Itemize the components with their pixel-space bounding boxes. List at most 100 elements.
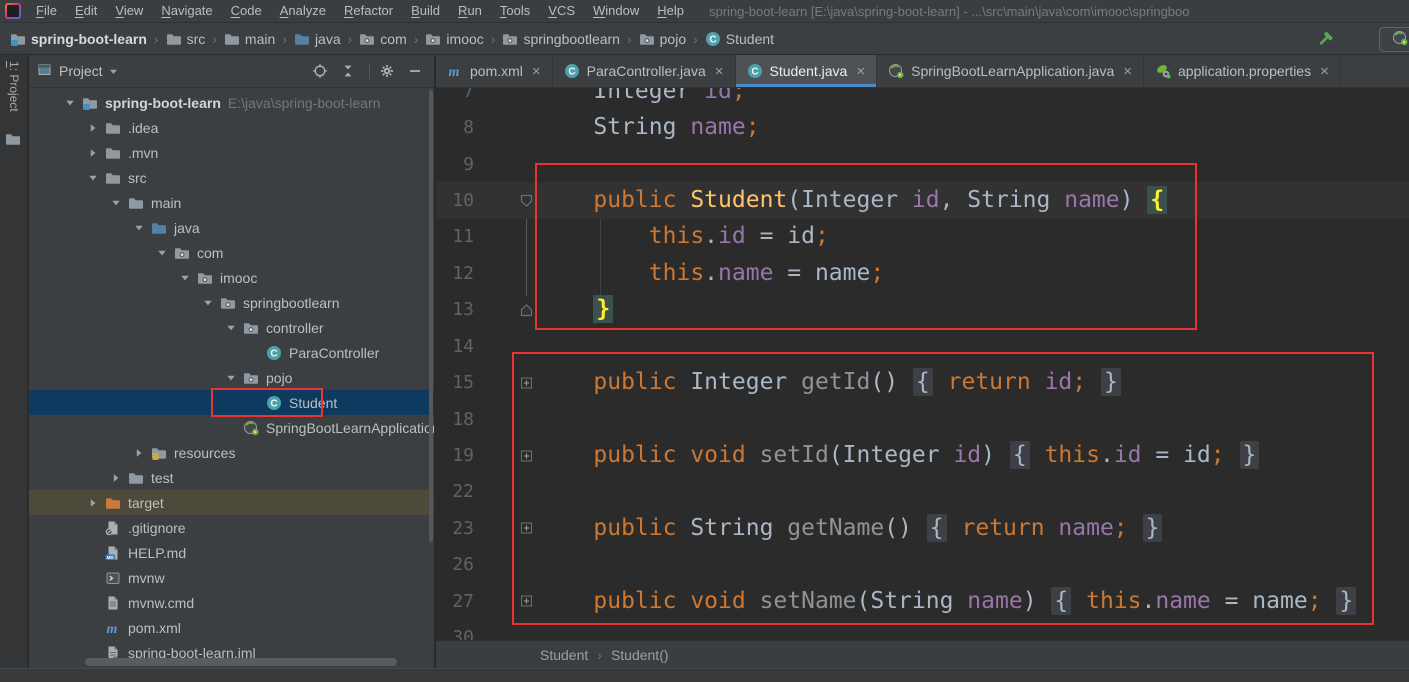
tree-item-java[interactable]: java [29, 215, 434, 240]
tree-item-idea[interactable]: .idea [29, 115, 434, 140]
locate-icon[interactable] [309, 60, 331, 82]
close-icon[interactable]: × [1320, 64, 1329, 79]
menu-build[interactable]: Build [402, 3, 449, 18]
breadcrumb-item-main[interactable]: main [224, 31, 275, 47]
plus-fold-icon[interactable] [520, 595, 533, 608]
chevron-right-icon[interactable] [82, 490, 104, 515]
code-line-7[interactable]: 7 Integer id; [436, 88, 1409, 110]
tree-item-src[interactable]: src [29, 165, 434, 190]
run-configuration-button[interactable]: S [1378, 26, 1409, 52]
menu-run[interactable]: Run [449, 3, 491, 18]
chevron-down-icon[interactable] [197, 290, 219, 315]
close-icon[interactable]: × [856, 64, 865, 79]
breadcrumb-item-java[interactable]: java [294, 31, 341, 47]
menu-help[interactable]: Help [648, 3, 693, 18]
settings-gear-icon[interactable] [376, 60, 398, 82]
breadcrumb-item-imooc[interactable]: imooc [425, 31, 484, 47]
project-panel-title[interactable]: Project [59, 63, 103, 79]
tree-item-pojo[interactable]: pojo [29, 365, 434, 390]
menu-analyze[interactable]: Analyze [271, 3, 335, 18]
plus-fold-icon[interactable] [520, 522, 533, 535]
breadcrumb-item-src[interactable]: src [166, 31, 205, 47]
code-line-12[interactable]: 12 this.name = name; [436, 255, 1409, 292]
chevron-down-icon[interactable] [174, 265, 196, 290]
close-icon[interactable]: × [1123, 64, 1132, 79]
code-line-22[interactable]: 22 [436, 473, 1409, 510]
tree-item-com[interactable]: com [29, 240, 434, 265]
code-line-26[interactable]: 26 [436, 546, 1409, 583]
code-line-19[interactable]: 19 public void setId(Integer id) { this.… [436, 437, 1409, 474]
tab-pom-xml[interactable]: m pom.xml × [436, 55, 553, 87]
breadcrumb-item-springbootlearn[interactable]: springbootlearn [502, 31, 620, 47]
chevron-down-icon[interactable] [109, 63, 118, 79]
menu-window[interactable]: Window [584, 3, 648, 18]
chevron-down-icon[interactable] [151, 240, 173, 265]
fold-top-fold-icon[interactable] [520, 194, 533, 208]
code-line-18[interactable]: 18 [436, 401, 1409, 438]
menu-edit[interactable]: Edit [66, 3, 106, 18]
code-line-11[interactable]: 11 this.id = id; [436, 218, 1409, 255]
tree-item-mvnw[interactable]: mvnw [29, 565, 434, 590]
plus-fold-icon[interactable] [520, 376, 533, 389]
menu-code[interactable]: Code [222, 3, 271, 18]
tree-item-main[interactable]: main [29, 190, 434, 215]
tree-item-paracontroller[interactable]: C ParaController [29, 340, 434, 365]
code-line-8[interactable]: 8 String name; [436, 109, 1409, 146]
tree-item-gitignore[interactable]: .gitignore [29, 515, 434, 540]
chevron-down-icon[interactable] [128, 215, 150, 240]
fold-bottom-fold-icon[interactable] [520, 303, 533, 317]
build-hammer-icon[interactable] [1313, 27, 1337, 51]
tab-paracontroller-java[interactable]: C ParaController.java × [553, 55, 736, 87]
close-icon[interactable]: × [532, 64, 541, 79]
chevron-right-icon[interactable] [128, 440, 150, 465]
editor-breadcrumb-student[interactable]: Student [540, 647, 588, 663]
code-line-30[interactable]: 30 [436, 619, 1409, 640]
tree-item-mvn[interactable]: .mvn [29, 140, 434, 165]
menu-vcs[interactable]: VCS [539, 3, 584, 18]
chevron-down-icon[interactable] [220, 315, 242, 340]
chevron-down-icon[interactable] [82, 165, 104, 190]
tree-item-mvnw-cmd[interactable]: mvnw.cmd [29, 590, 434, 615]
tab-student-java[interactable]: C Student.java × [735, 55, 878, 87]
tab-springbootlearnapplication-java[interactable]: SpringBootLearnApplication.java × [877, 55, 1145, 87]
chevron-down-icon[interactable] [220, 365, 242, 390]
editor-breadcrumb-student[interactable]: Student() [611, 647, 669, 663]
tree-item-pom-xml[interactable]: m pom.xml [29, 615, 434, 640]
code-line-9[interactable]: 9 [436, 146, 1409, 183]
chevron-down-icon[interactable] [105, 190, 127, 215]
code-line-23[interactable]: 23 public String getName() { return name… [436, 510, 1409, 547]
breadcrumb-item-spring-boot-learn[interactable]: spring-boot-learn [10, 31, 147, 47]
tree-item-target[interactable]: target [29, 490, 434, 515]
tree-item-help-md[interactable]: MD HELP.md [29, 540, 434, 565]
tree-item-test[interactable]: test [29, 465, 434, 490]
menu-file[interactable]: File [27, 3, 66, 18]
tree-item-controller[interactable]: controller [29, 315, 434, 340]
tree-item-springbootlearn[interactable]: springbootlearn [29, 290, 434, 315]
chevron-right-icon[interactable] [105, 465, 127, 490]
code-line-14[interactable]: 14 [436, 328, 1409, 365]
code-editor[interactable]: 7 Integer id; 8 String name; 9 10 public St… [436, 88, 1409, 640]
code-line-15[interactable]: 15 public Integer getId() { return id; } [436, 364, 1409, 401]
horizontal-scrollbar[interactable] [85, 658, 397, 666]
toolwindow-tab-project[interactable]: 1: Project [7, 61, 21, 112]
tree-item-imooc[interactable]: imooc [29, 265, 434, 290]
chevron-down-icon[interactable] [59, 90, 81, 115]
breadcrumb-item-com[interactable]: com [359, 31, 407, 47]
chevron-right-icon[interactable] [82, 115, 104, 140]
collapse-all-icon[interactable] [337, 60, 359, 82]
breadcrumb-item-pojo[interactable]: pojo [639, 31, 686, 47]
menu-tools[interactable]: Tools [491, 3, 539, 18]
menu-refactor[interactable]: Refactor [335, 3, 402, 18]
hide-panel-icon[interactable] [404, 60, 426, 82]
tab-application-properties[interactable]: application.properties × [1144, 55, 1341, 87]
plus-fold-icon[interactable] [520, 449, 533, 462]
code-line-13[interactable]: 13 } [436, 291, 1409, 328]
close-icon[interactable]: × [715, 64, 724, 79]
tree-item-resources[interactable]: resources [29, 440, 434, 465]
menu-view[interactable]: View [106, 3, 152, 18]
vertical-scrollbar[interactable] [429, 90, 433, 542]
tree-item-spring-boot-learn[interactable]: spring-boot-learn E:\java\spring-boot-lea… [29, 90, 434, 115]
tree-item-springbootlearnapplication[interactable]: SpringBootLearnApplication [29, 415, 434, 440]
tree-item-student[interactable]: C Student [29, 390, 434, 415]
menu-navigate[interactable]: Navigate [152, 3, 221, 18]
